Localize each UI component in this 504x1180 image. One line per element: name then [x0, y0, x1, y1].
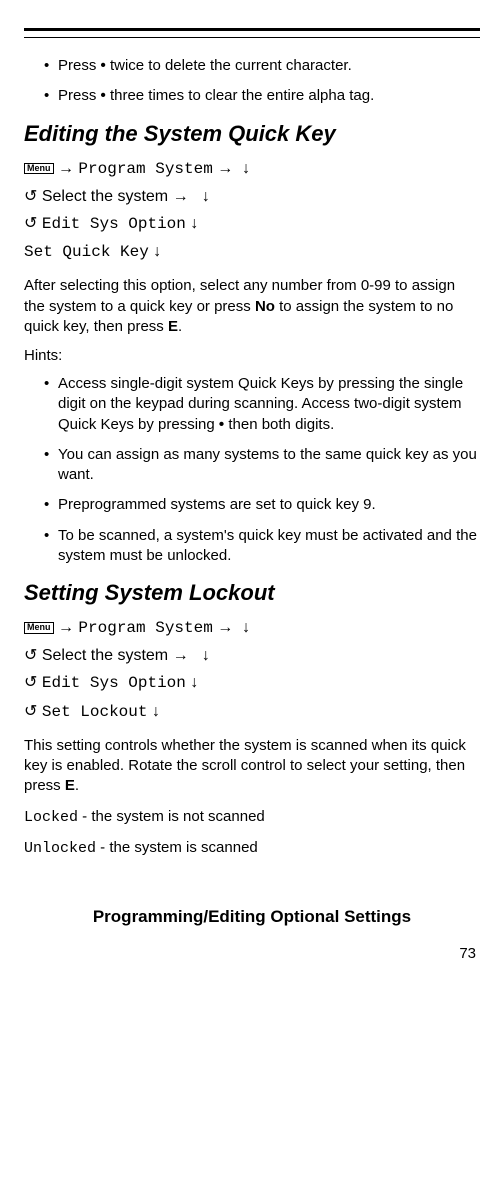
- nav-step: Edit Sys Option: [42, 674, 186, 692]
- nav-step: Select the system: [42, 188, 173, 205]
- nav-path-quick-key: Menu → Program System → ↓ ↺ Select the s…: [24, 155, 480, 267]
- text: twice to delete the current character.: [106, 57, 352, 74]
- code-unlocked: Unlocked: [24, 840, 96, 857]
- arrow-right-icon: →: [217, 619, 233, 636]
- key-e: E: [168, 318, 178, 335]
- nav-step: Set Lockout: [42, 703, 148, 721]
- arrow-down-icon: ↓: [152, 703, 160, 720]
- text: then both digits.: [224, 416, 334, 433]
- setting-unlocked: Unlocked - the system is scanned: [24, 838, 480, 859]
- page-number: 73: [24, 945, 480, 962]
- top-bullet-list: Press • twice to delete the current char…: [24, 56, 480, 107]
- arrow-down-icon: ↓: [242, 160, 250, 177]
- body-paragraph: After selecting this option, select any …: [24, 276, 480, 337]
- arrow-down-icon: ↓: [153, 243, 161, 260]
- text: .: [75, 777, 79, 794]
- nav-step: Set Quick Key: [24, 243, 149, 261]
- code-locked: Locked: [24, 809, 78, 826]
- arrow-down-icon: ↓: [190, 674, 198, 691]
- rule-thin: [24, 37, 480, 38]
- rotate-icon: ↺: [24, 703, 37, 720]
- rotate-icon: ↺: [24, 215, 37, 232]
- rotate-icon: ↺: [24, 188, 37, 205]
- nav-step: Program System: [78, 619, 212, 637]
- rotate-icon: ↺: [24, 674, 37, 691]
- list-item: Press • three times to clear the entire …: [44, 86, 480, 106]
- arrow-right-icon: →: [217, 160, 233, 177]
- nav-step: Edit Sys Option: [42, 215, 186, 233]
- menu-key-icon: Menu: [24, 622, 54, 634]
- key-e: E: [65, 777, 75, 794]
- key-no: No: [255, 298, 275, 315]
- arrow-down-icon: ↓: [242, 619, 250, 636]
- text: This setting controls whether the system…: [24, 737, 466, 795]
- arrow-right-icon: →: [58, 160, 74, 177]
- arrow-right-icon: →: [173, 647, 189, 664]
- list-item: You can assign as many systems to the sa…: [44, 445, 480, 486]
- nav-step: Program System: [78, 160, 212, 178]
- list-item: Preprogrammed systems are set to quick k…: [44, 495, 480, 515]
- footer-title: Programming/Editing Optional Settings: [24, 907, 480, 927]
- text: Press: [58, 57, 101, 74]
- text: .: [178, 318, 182, 335]
- text: three times to clear the entire alpha ta…: [106, 87, 374, 104]
- arrow-down-icon: ↓: [190, 215, 198, 232]
- section-heading-editing-quick-key: Editing the System Quick Key: [24, 121, 480, 147]
- setting-locked: Locked - the system is not scanned: [24, 807, 480, 828]
- text: Press: [58, 87, 101, 104]
- hints-list: Access single-digit system Quick Keys by…: [24, 374, 480, 566]
- list-item: To be scanned, a system's quick key must…: [44, 526, 480, 567]
- text: - the system is scanned: [96, 839, 258, 856]
- arrow-right-icon: →: [58, 619, 74, 636]
- body-paragraph: This setting controls whether the system…: [24, 736, 480, 797]
- rule-thick: [24, 28, 480, 31]
- rotate-icon: ↺: [24, 647, 37, 664]
- hints-label: Hints:: [24, 347, 480, 364]
- list-item: Access single-digit system Quick Keys by…: [44, 374, 480, 435]
- menu-key-icon: Menu: [24, 163, 54, 175]
- list-item: Press • twice to delete the current char…: [44, 56, 480, 76]
- arrow-down-icon: ↓: [202, 647, 210, 664]
- section-heading-system-lockout: Setting System Lockout: [24, 580, 480, 606]
- arrow-down-icon: ↓: [202, 188, 210, 205]
- arrow-right-icon: →: [173, 188, 189, 205]
- text: - the system is not scanned: [78, 808, 265, 825]
- nav-path-lockout: Menu → Program System → ↓ ↺ Select the s…: [24, 614, 480, 726]
- nav-step: Select the system: [42, 647, 173, 664]
